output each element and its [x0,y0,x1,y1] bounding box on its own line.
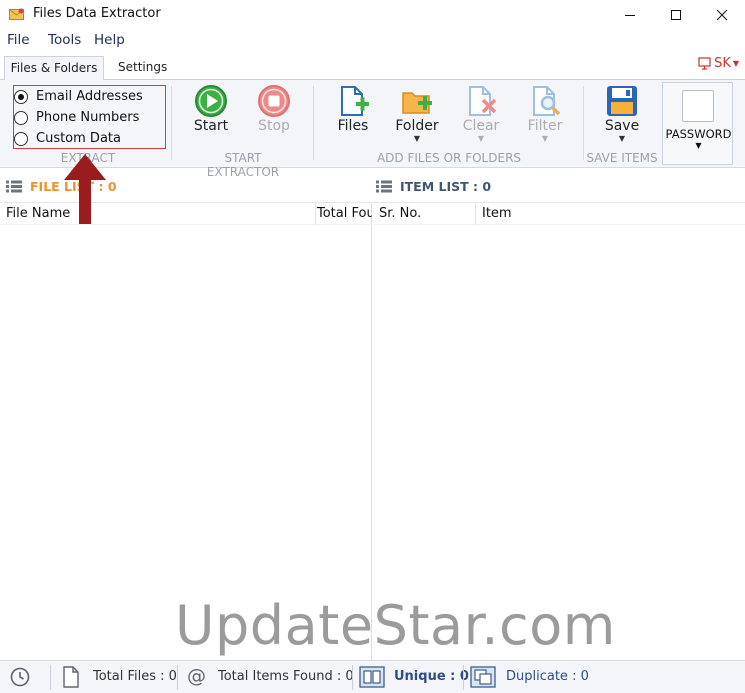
list-icon [376,180,392,192]
item-list-header: ITEM LIST : 0 [376,176,491,196]
chevron-down-icon: ▼ [541,134,549,143]
column-header-sr-no[interactable]: Sr. No. [373,203,475,225]
chevron-down-icon: ▼ [732,59,739,68]
total-files-status: Total Files : 0 [93,669,177,684]
status-separator [463,665,464,690]
watermark-text: UpdateStar.com [175,594,616,657]
radio-button[interactable] [14,110,28,125]
stop-label: Stop [258,118,290,134]
filter-label: Filter [527,118,563,134]
annotation-arrow-up-icon [64,154,106,224]
password-label: PASSWORD [665,127,732,141]
user-account-button[interactable]: SK ▼ [698,56,739,71]
save-button[interactable]: Save ▼ [602,84,642,143]
menu-help[interactable]: Help [94,32,125,48]
chevron-down-icon: ▼ [695,141,702,150]
filter-search-icon [533,86,561,116]
ribbon-separator [171,86,172,160]
play-icon [195,85,227,117]
radio-label: Custom Data [36,131,121,146]
status-bar: Total Files : 0 @ Total Items Found : 0 … [0,660,745,693]
add-files-button[interactable]: Files [333,84,373,134]
password-placeholder-icon [682,90,714,122]
radio-button[interactable] [14,131,28,146]
list-icon [6,180,22,192]
maximize-button[interactable] [653,0,699,30]
save-disk-icon [607,86,637,116]
close-button[interactable] [699,0,745,30]
tab-files-folders[interactable]: Files & Folders [4,56,104,81]
folder-label: Folder [395,118,439,134]
title-bar: Files Data Extractor [0,0,745,30]
radio-custom-data[interactable]: Custom Data [14,131,121,146]
group-label-add-files-or-folders: ADD FILES OR FOLDERS [376,151,522,165]
column-header-file-name[interactable]: File Name [0,203,315,225]
stop-icon [258,85,290,117]
clock-history-icon[interactable] [9,666,31,688]
minimize-icon [625,15,635,16]
item-list-title: ITEM LIST : 0 [400,178,492,194]
password-button[interactable]: PASSWORD ▼ [662,82,733,165]
radio-label: Email Addresses [36,89,143,104]
files-label: Files [337,118,369,134]
ribbon-tab-bar: Files & Folders Settings SK ▼ [0,52,745,81]
menu-file[interactable]: File [7,32,30,48]
stop-button[interactable]: Stop [254,84,294,134]
add-folder-button[interactable]: Folder ▼ [393,84,441,143]
chevron-down-icon: ▼ [413,134,421,143]
add-folder-icon [402,92,432,114]
save-label: Save [604,118,640,134]
start-label: Start [193,118,229,134]
filter-button[interactable]: Filter ▼ [525,84,565,143]
user-initials: SK [714,56,731,71]
duplicate-status: Duplicate : 0 [506,669,589,684]
menu-bar: File Tools Help [0,30,745,52]
clear-file-icon [469,86,497,116]
minimize-button[interactable] [607,0,653,30]
ribbon-separator [313,86,314,160]
clear-button[interactable]: Clear ▼ [460,84,502,143]
ribbon-separator [583,86,584,160]
item-list-grid[interactable]: Sr. No. Item [373,202,745,660]
add-file-icon [341,86,369,116]
user-screen-icon [698,57,711,70]
status-separator [50,665,51,690]
chevron-down-icon: ▼ [477,134,485,143]
group-label-start-extractor: START EXTRACTOR [206,151,280,179]
radio-phone-numbers[interactable]: Phone Numbers [14,110,139,125]
chevron-down-icon: ▼ [618,134,626,143]
total-items-status: Total Items Found : 0 [218,669,354,684]
start-button[interactable]: Start [190,84,232,134]
window-title: Files Data Extractor [33,6,161,21]
column-header-total-found[interactable]: Total Fou [316,203,372,225]
radio-email-addresses[interactable]: Email Addresses [14,89,143,104]
unique-status: Unique : 0 [394,669,469,684]
envelope-app-icon [9,8,24,20]
status-separator [352,665,353,690]
menu-tools[interactable]: Tools [48,32,81,48]
at-sign-icon: @ [187,665,206,687]
ribbon-panel: Email Addresses Phone Numbers Custom Dat… [0,80,745,179]
unique-items-icon [359,666,385,688]
radio-button[interactable] [14,89,28,104]
radio-label: Phone Numbers [36,110,140,125]
status-separator [177,665,178,690]
group-label-save-items: SAVE ITEMS [586,151,658,165]
tab-settings[interactable]: Settings [108,56,177,80]
document-icon [63,666,79,688]
column-header-item[interactable]: Item [476,203,745,225]
duplicate-items-icon [470,666,496,688]
maximize-icon [671,10,681,20]
clear-label: Clear [462,118,500,134]
file-list-grid[interactable]: File Name Total Fou [0,202,372,660]
close-icon [716,9,728,21]
